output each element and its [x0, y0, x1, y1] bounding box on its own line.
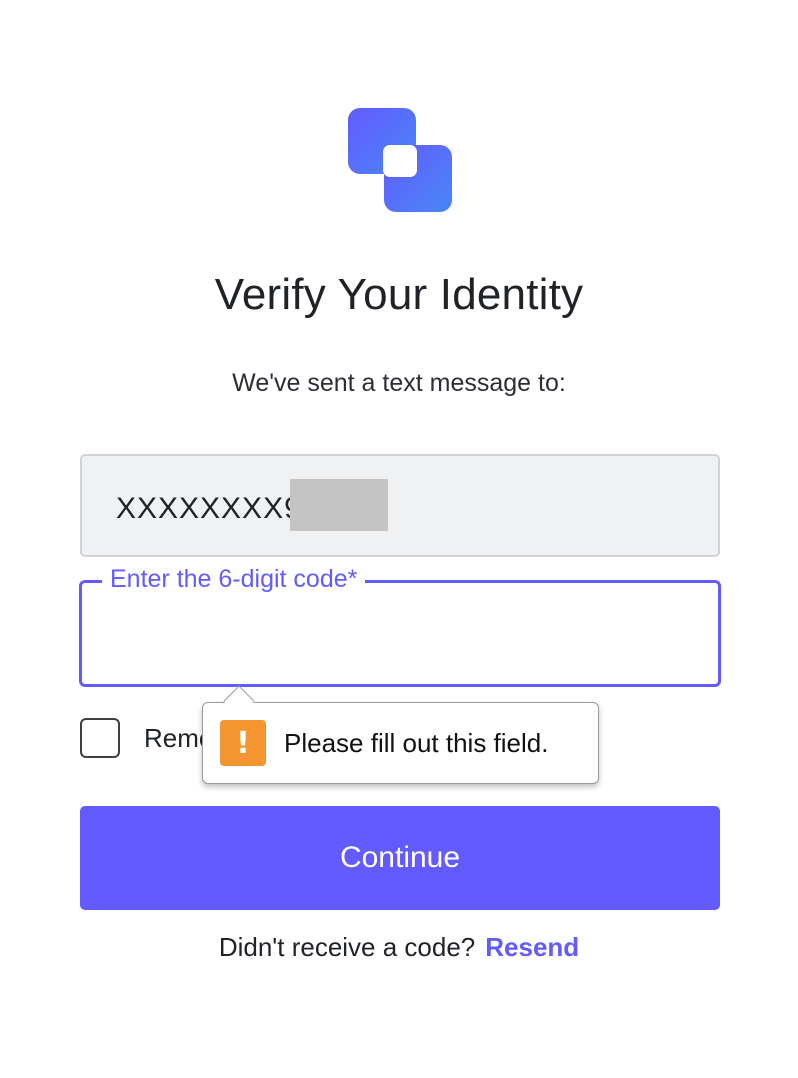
- remember-device-checkbox[interactable]: [80, 718, 120, 758]
- code-input[interactable]: [82, 583, 718, 684]
- continue-button[interactable]: Continue: [80, 806, 720, 910]
- redaction-block: [290, 479, 388, 531]
- page-title: Verify Your Identity: [214, 270, 584, 319]
- warning-icon: !: [220, 720, 266, 766]
- resend-prompt: Didn't receive a code?: [218, 932, 476, 962]
- phone-number-value: XXXXXXXX9: [116, 492, 302, 525]
- phone-number-field: XXXXXXXX9: [80, 454, 720, 557]
- tooltip-message: Please fill out this field.: [284, 727, 549, 758]
- code-field[interactable]: Enter the 6-digit code*: [79, 565, 721, 687]
- verify-identity-page: Verify Your Identity We've sent a text m…: [0, 0, 798, 1078]
- page-subtitle: We've sent a text message to:: [232, 369, 566, 397]
- resend-row: Didn't receive a code? Resend: [0, 932, 798, 963]
- resend-link[interactable]: Resend: [485, 932, 579, 962]
- code-field-label: Enter the 6-digit code*: [102, 565, 366, 594]
- tooltip-arrow: [223, 685, 255, 717]
- validation-tooltip: ! Please fill out this field.: [202, 685, 599, 784]
- brand-logo-icon: [348, 108, 452, 212]
